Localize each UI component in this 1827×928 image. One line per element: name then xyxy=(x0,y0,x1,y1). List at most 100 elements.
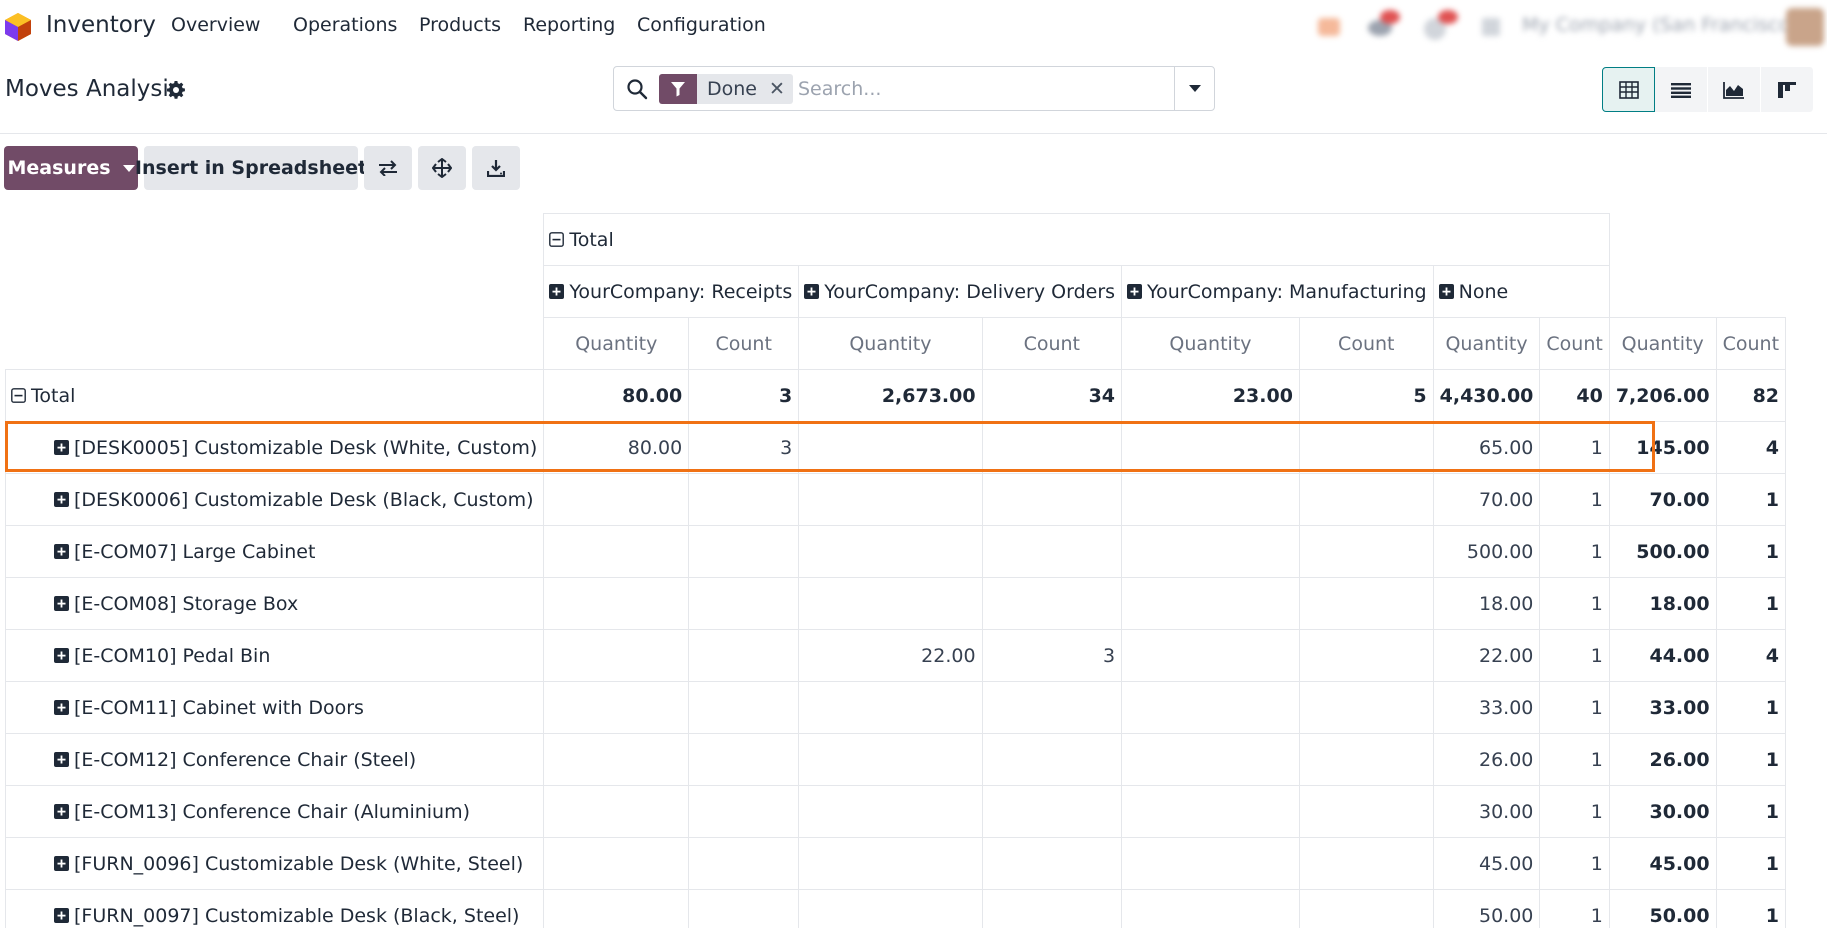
cell-value[interactable] xyxy=(1298,629,1434,682)
cell-value[interactable] xyxy=(1298,785,1434,838)
cell-value[interactable]: 1 xyxy=(1715,837,1787,890)
cell-value[interactable]: 22.00 xyxy=(798,629,983,682)
cell-value[interactable]: 50.00 xyxy=(1432,889,1541,928)
col-header-manufacturing[interactable]: YourCompany: Manufacturing xyxy=(1121,265,1434,318)
expand-all-button[interactable] xyxy=(418,146,466,190)
cell-value[interactable]: 500.00 xyxy=(1432,525,1541,578)
cell-value[interactable] xyxy=(1298,889,1434,928)
cell-value[interactable] xyxy=(1121,785,1300,838)
row-header-total[interactable]: Total xyxy=(4,369,545,422)
cell-value[interactable]: 1 xyxy=(1539,577,1610,630)
cell-value[interactable] xyxy=(1121,629,1300,682)
menu-operations[interactable]: Operations xyxy=(293,14,397,36)
user-avatar[interactable] xyxy=(1786,8,1824,46)
menu-reporting[interactable]: Reporting xyxy=(523,14,615,36)
debug-icon[interactable] xyxy=(1482,18,1500,36)
cell-value[interactable] xyxy=(981,837,1123,890)
cell-value[interactable]: 23.00 xyxy=(1121,369,1300,422)
cell-value[interactable] xyxy=(1298,577,1434,630)
graph-view-button[interactable] xyxy=(1708,67,1761,112)
cell-value[interactable] xyxy=(981,681,1123,734)
row-header[interactable]: [E-COM10] Pedal Bin xyxy=(4,629,545,682)
cell-value[interactable] xyxy=(1121,525,1300,578)
cell-value[interactable] xyxy=(543,837,690,890)
cell-value[interactable] xyxy=(1121,473,1300,526)
cell-value[interactable] xyxy=(1298,733,1434,786)
cell-value[interactable] xyxy=(688,889,800,928)
cell-value[interactable] xyxy=(981,473,1123,526)
row-header[interactable]: [DESK0006] Customizable Desk (Black, Cus… xyxy=(4,473,545,526)
cell-value[interactable]: 70.00 xyxy=(1432,473,1541,526)
measure-header-quantity[interactable]: Quantity xyxy=(798,317,983,370)
row-header[interactable]: [E-COM08] Storage Box xyxy=(4,577,545,630)
cell-value[interactable]: 1 xyxy=(1539,733,1610,786)
kanban-view-button[interactable] xyxy=(1761,67,1814,112)
cell-value[interactable]: 26.00 xyxy=(1608,733,1717,786)
cell-value[interactable]: 1 xyxy=(1539,421,1610,474)
cell-value[interactable]: 1 xyxy=(1715,577,1787,630)
cell-value[interactable]: 30.00 xyxy=(1432,785,1541,838)
cell-value[interactable]: 45.00 xyxy=(1432,837,1541,890)
cell-value[interactable]: 80.00 xyxy=(543,421,690,474)
cell-value[interactable]: 145.00 xyxy=(1608,421,1717,474)
cell-value[interactable]: 1 xyxy=(1715,785,1787,838)
cell-value[interactable]: 22.00 xyxy=(1432,629,1541,682)
cell-value[interactable] xyxy=(1121,889,1300,928)
cell-value[interactable] xyxy=(798,421,983,474)
measure-header-quantity[interactable]: Quantity xyxy=(1432,317,1541,370)
pivot-view-button[interactable] xyxy=(1602,67,1655,112)
search-input[interactable] xyxy=(798,74,1178,104)
cell-value[interactable] xyxy=(543,473,690,526)
cell-value[interactable] xyxy=(688,681,800,734)
measure-header-quantity[interactable]: Quantity xyxy=(1608,317,1717,370)
cell-value[interactable]: 18.00 xyxy=(1432,577,1541,630)
measure-header-count[interactable]: Count xyxy=(1539,317,1610,370)
cell-value[interactable] xyxy=(1121,733,1300,786)
search-icon[interactable] xyxy=(626,78,648,100)
cell-value[interactable] xyxy=(1298,525,1434,578)
cell-value[interactable] xyxy=(798,577,983,630)
cell-value[interactable]: 1 xyxy=(1715,733,1787,786)
cell-value[interactable]: 33.00 xyxy=(1608,681,1717,734)
cell-value[interactable] xyxy=(688,837,800,890)
cell-value[interactable] xyxy=(981,421,1123,474)
cell-value[interactable]: 1 xyxy=(1539,629,1610,682)
cell-value[interactable] xyxy=(798,473,983,526)
close-icon[interactable]: ✕ xyxy=(769,78,785,100)
cell-value[interactable]: 7,206.00 xyxy=(1608,369,1717,422)
cell-value[interactable]: 1 xyxy=(1539,889,1610,928)
cell-value[interactable]: 1 xyxy=(1715,525,1787,578)
cell-value[interactable]: 2,673.00 xyxy=(798,369,983,422)
download-button[interactable] xyxy=(472,146,520,190)
menu-configuration[interactable]: Configuration xyxy=(637,14,766,36)
cell-value[interactable] xyxy=(798,785,983,838)
cell-value[interactable] xyxy=(1298,421,1434,474)
cell-value[interactable]: 40 xyxy=(1539,369,1610,422)
cell-value[interactable]: 5 xyxy=(1298,369,1434,422)
cell-value[interactable] xyxy=(798,837,983,890)
row-header[interactable]: [E-COM07] Large Cabinet xyxy=(4,525,545,578)
search-options-toggle[interactable] xyxy=(1174,67,1214,110)
cell-value[interactable] xyxy=(688,629,800,682)
cell-value[interactable] xyxy=(543,525,690,578)
inventory-app-icon[interactable] xyxy=(4,12,32,42)
cell-value[interactable] xyxy=(981,733,1123,786)
cell-value[interactable] xyxy=(543,889,690,928)
row-header[interactable]: [FURN_0096] Customizable Desk (White, St… xyxy=(4,837,545,890)
cell-value[interactable]: 80.00 xyxy=(543,369,690,422)
cell-value[interactable]: 1 xyxy=(1539,785,1610,838)
insert-spreadsheet-button[interactable]: Insert in Spreadsheet xyxy=(135,146,367,190)
cell-value[interactable] xyxy=(688,473,800,526)
cell-value[interactable] xyxy=(981,785,1123,838)
cell-value[interactable]: 1 xyxy=(1539,837,1610,890)
cell-value[interactable] xyxy=(1121,837,1300,890)
col-header-delivery-orders[interactable]: YourCompany: Delivery Orders xyxy=(798,265,1123,318)
cell-value[interactable]: 70.00 xyxy=(1608,473,1717,526)
row-header[interactable]: [E-COM13] Conference Chair (Aluminium) xyxy=(4,785,545,838)
row-header[interactable]: [E-COM12] Conference Chair (Steel) xyxy=(4,733,545,786)
cell-value[interactable]: 500.00 xyxy=(1608,525,1717,578)
measure-header-quantity[interactable]: Quantity xyxy=(1121,317,1300,370)
cell-value[interactable]: 44.00 xyxy=(1608,629,1717,682)
cell-value[interactable]: 65.00 xyxy=(1432,421,1541,474)
cell-value[interactable]: 18.00 xyxy=(1608,577,1717,630)
